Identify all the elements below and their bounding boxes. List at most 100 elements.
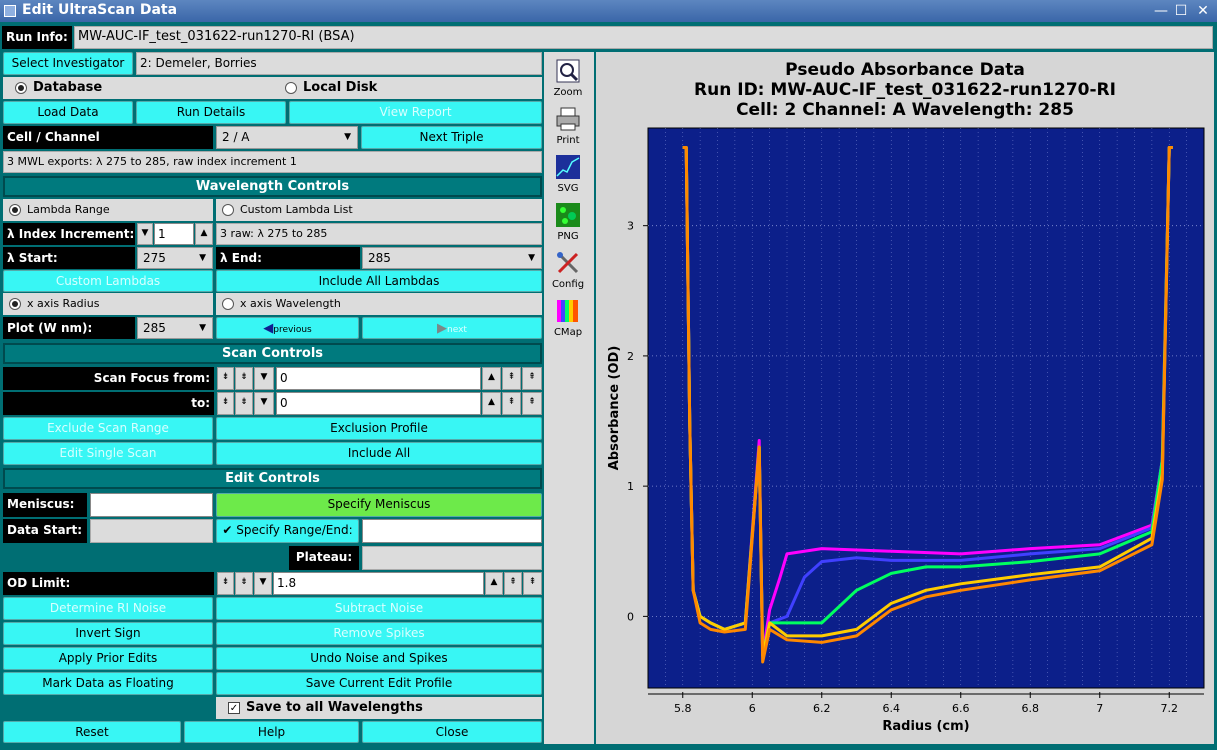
plateau-label: Plateau: — [289, 546, 359, 570]
run-details-button[interactable]: Run Details — [136, 101, 286, 124]
chevron-down-icon: ▼ — [199, 323, 206, 333]
x-wavelength-option[interactable]: x axis Wavelength — [216, 293, 542, 315]
custom-lambdas-button[interactable]: Custom Lambdas — [3, 270, 213, 292]
png-export-icon — [556, 203, 580, 227]
svg-tool[interactable]: SVG — [546, 154, 590, 194]
x-radius-radio[interactable] — [9, 298, 21, 310]
specify-meniscus-button[interactable]: Specify Meniscus — [216, 493, 542, 517]
lambda-range-radio[interactable] — [9, 204, 21, 216]
view-report-button[interactable]: View Report — [289, 101, 542, 124]
previous-label: previous — [273, 325, 312, 335]
specify-range-button[interactable]: ✔ Specify Range/End: — [216, 519, 359, 543]
local-disk-radio[interactable] — [285, 81, 297, 94]
from-down-button[interactable]: ▼ — [254, 367, 274, 390]
to-up-button[interactable]: ▲ — [482, 392, 501, 415]
from-fast-down-button[interactable]: ⇟ — [217, 367, 234, 390]
data-start-input[interactable] — [90, 519, 213, 543]
png-tool[interactable]: PNG — [546, 202, 590, 242]
to-fast-up-button[interactable]: ⇞ — [522, 392, 542, 415]
x-tick-label: 6.4 — [883, 702, 901, 715]
exclusion-profile-button[interactable]: Exclusion Profile — [216, 417, 542, 440]
next-triple-button[interactable]: Next Triple — [361, 126, 542, 149]
reset-button[interactable]: Reset — [3, 721, 181, 743]
from-page-up-button[interactable]: ⇞ — [502, 367, 521, 390]
from-up-button[interactable]: ▲ — [482, 367, 501, 390]
subtract-noise-button[interactable]: Subtract Noise — [216, 597, 542, 620]
previous-button[interactable]: ◀previous — [216, 317, 359, 339]
x-axis-label: Radius (cm) — [882, 719, 969, 734]
help-button[interactable]: Help — [184, 721, 359, 743]
print-tool[interactable]: Print — [546, 106, 590, 146]
config-tool[interactable]: Config — [546, 250, 590, 290]
load-data-button[interactable]: Load Data — [3, 101, 133, 124]
to-fast-down-button[interactable]: ⇟ — [217, 392, 234, 415]
main-window: Edit UltraScan Data — ☐ ✕ Run Info: MW-A… — [0, 0, 1217, 750]
save-edit-profile-button[interactable]: Save Current Edit Profile — [216, 672, 542, 695]
y-tick-label: 0 — [627, 610, 634, 623]
arrow-right-icon: ▶ — [437, 321, 448, 336]
remove-spikes-button[interactable]: Remove Spikes — [216, 622, 542, 645]
to-down-button[interactable]: ▼ — [254, 392, 274, 415]
database-radio[interactable] — [15, 81, 27, 94]
chart-canvas[interactable]: 0 1 2 3 5.8 6 6.2 6.4 6.6 6.8 7 7.2 Radius (cm) Absor… — [596, 52, 1214, 744]
determine-ri-noise-button[interactable]: Determine RI Noise — [3, 597, 213, 620]
next-button[interactable]: ▶next — [362, 317, 542, 339]
x-wavelength-radio[interactable] — [222, 298, 234, 310]
meniscus-label: Meniscus: — [3, 493, 87, 517]
index-decrement-button[interactable]: ▼ — [137, 223, 153, 245]
lambda-start-select[interactable]: 275 ▼ — [137, 247, 213, 269]
close-window-button[interactable]: ✕ — [1194, 2, 1212, 20]
include-all-button[interactable]: Include All — [216, 442, 542, 465]
wavelength-controls-header: Wavelength Controls — [3, 176, 542, 197]
x-radius-option[interactable]: x axis Radius — [3, 293, 213, 315]
select-investigator-button[interactable]: Select Investigator — [3, 52, 133, 75]
cmap-tool[interactable]: CMap — [546, 298, 590, 338]
undo-noise-spikes-button[interactable]: Undo Noise and Spikes — [216, 647, 542, 670]
cell-channel-select[interactable]: 2 / A ▼ — [216, 126, 358, 149]
cmap-label: CMap — [553, 327, 583, 338]
range-end-input[interactable] — [362, 519, 542, 543]
od-limit-input[interactable]: 1.8 — [273, 572, 484, 595]
chevron-down-icon: ▼ — [199, 253, 206, 263]
scan-from-input[interactable]: 0 — [276, 367, 481, 390]
apply-prior-edits-button[interactable]: Apply Prior Edits — [3, 647, 213, 670]
cell-channel-value: 2 / A — [222, 130, 250, 144]
config-icon — [557, 252, 579, 274]
minimize-button[interactable]: — — [1152, 2, 1170, 20]
plot-wavelength-select[interactable]: 285 ▼ — [137, 317, 213, 339]
meniscus-input[interactable] — [90, 493, 213, 517]
from-page-down-button[interactable]: ⇟ — [235, 367, 253, 390]
save-all-checkbox[interactable]: ✓ — [228, 701, 240, 714]
od-fast-down-button[interactable]: ⇟ — [217, 572, 234, 595]
svg-export-icon — [556, 155, 580, 179]
od-page-down-button[interactable]: ⇟ — [235, 572, 253, 595]
od-fast-up-button[interactable]: ⇞ — [523, 572, 542, 595]
plateau-input[interactable] — [362, 546, 542, 570]
index-increment-button[interactable]: ▲ — [195, 223, 213, 245]
to-page-down-button[interactable]: ⇟ — [235, 392, 253, 415]
od-page-up-button[interactable]: ⇞ — [504, 572, 522, 595]
edit-single-scan-button[interactable]: Edit Single Scan — [3, 442, 213, 465]
invert-sign-button[interactable]: Invert Sign — [3, 622, 213, 645]
custom-list-option[interactable]: Custom Lambda List — [216, 199, 542, 221]
local-disk-option[interactable]: Local Disk — [285, 77, 377, 99]
scan-to-input[interactable]: 0 — [276, 392, 481, 415]
to-page-up-button[interactable]: ⇞ — [502, 392, 521, 415]
index-increment-input[interactable]: 1 — [154, 223, 194, 245]
custom-list-radio[interactable] — [222, 204, 234, 216]
exclude-scan-range-button[interactable]: Exclude Scan Range — [3, 417, 213, 440]
include-all-lambdas-button[interactable]: Include All Lambdas — [216, 270, 542, 292]
od-down-button[interactable]: ▼ — [254, 572, 272, 595]
x-tick-label: 6.2 — [813, 702, 831, 715]
lambda-end-select[interactable]: 285 ▼ — [362, 247, 542, 269]
od-up-button[interactable]: ▲ — [485, 572, 503, 595]
maximize-button[interactable]: ☐ — [1172, 2, 1190, 20]
close-button[interactable]: Close — [362, 721, 542, 743]
save-all-wavelengths-option[interactable]: ✓ Save to all Wavelengths — [216, 697, 542, 719]
window-title: Edit UltraScan Data — [22, 2, 178, 18]
lambda-range-option[interactable]: Lambda Range — [3, 199, 213, 221]
zoom-tool[interactable]: Zoom — [546, 58, 590, 98]
from-fast-up-button[interactable]: ⇞ — [522, 367, 542, 390]
mark-floating-button[interactable]: Mark Data as Floating — [3, 672, 213, 695]
chevron-down-icon: ▼ — [344, 132, 351, 142]
